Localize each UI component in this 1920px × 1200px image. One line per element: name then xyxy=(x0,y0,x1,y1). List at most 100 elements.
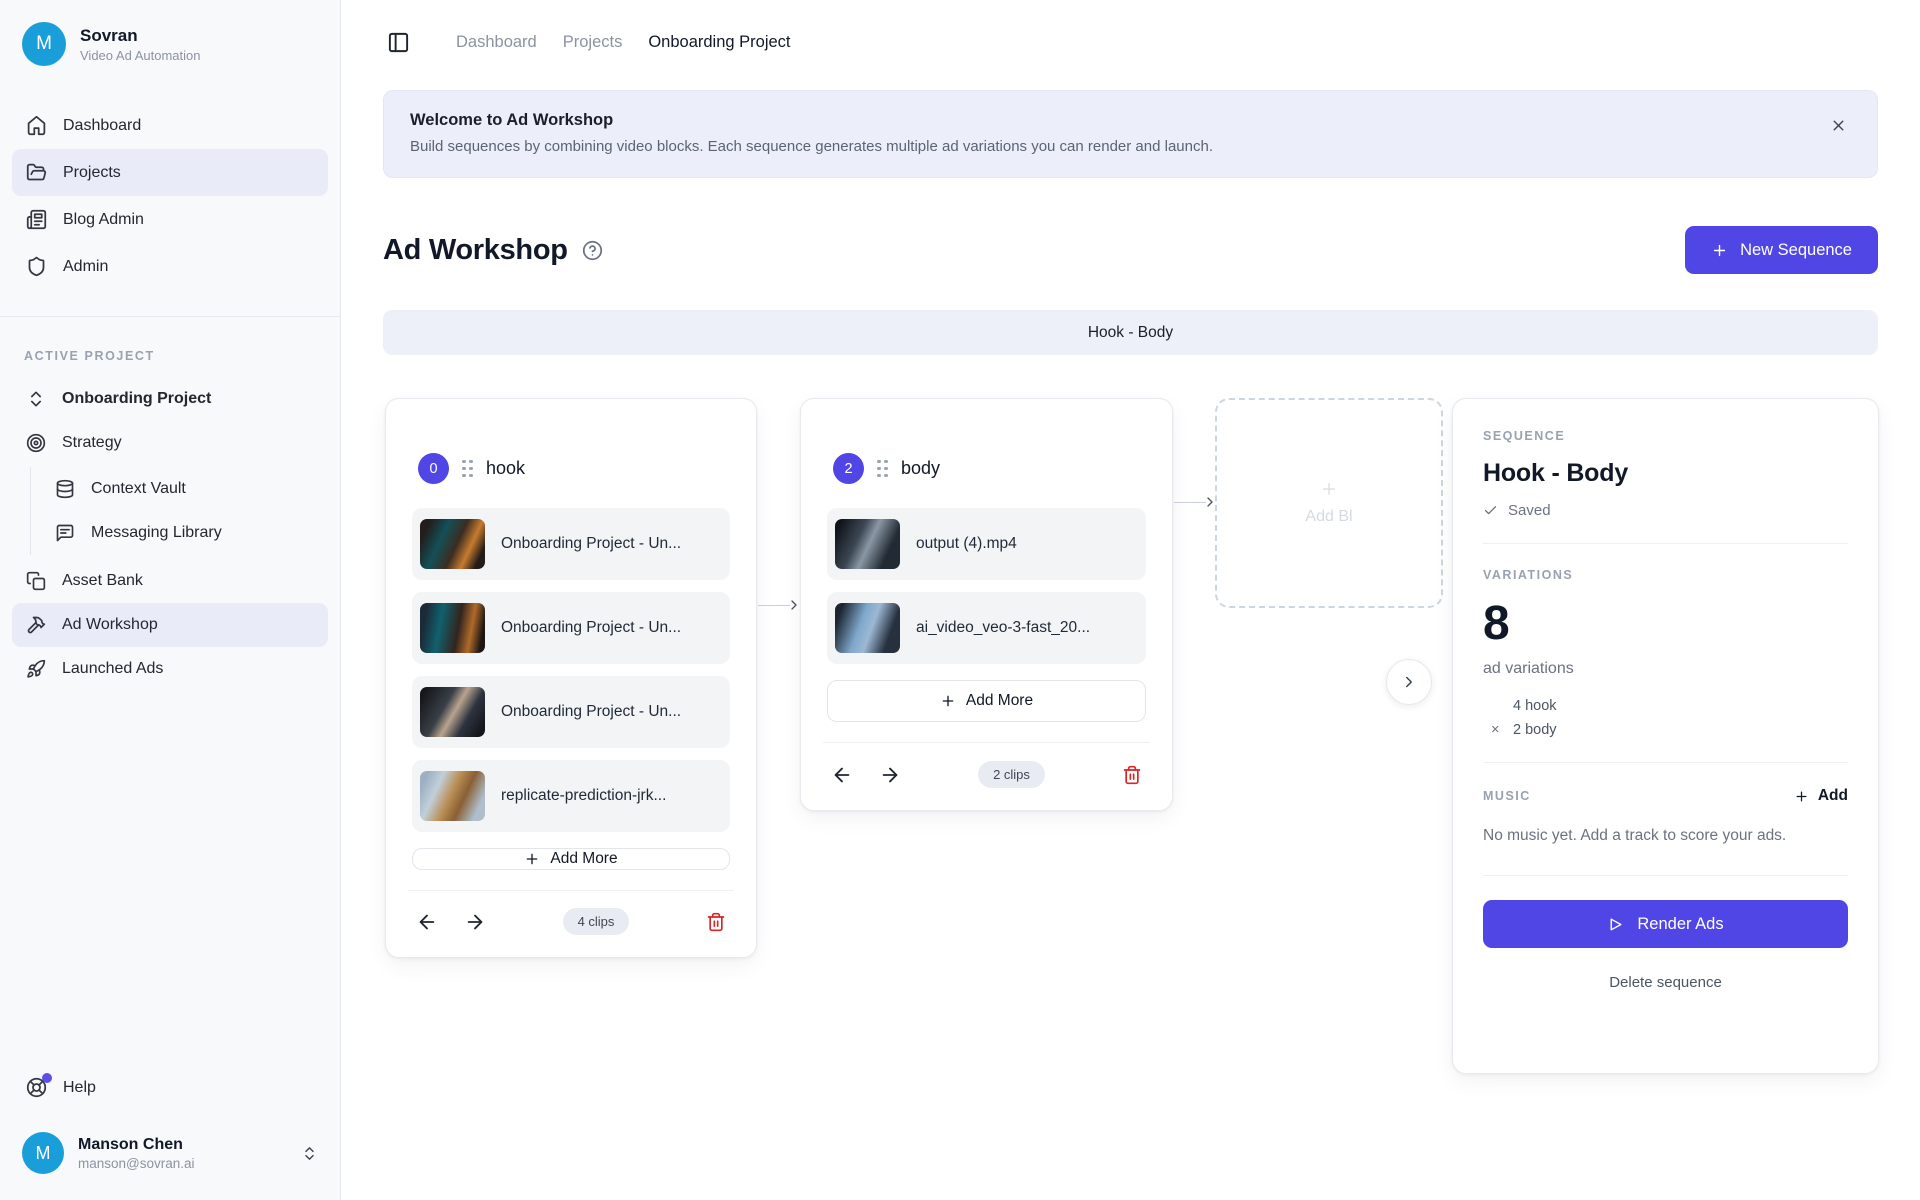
clip-label: output (4).mp4 xyxy=(916,535,1017,553)
active-project-heading: ACTIVE PROJECT xyxy=(0,317,340,377)
sidebar-item-messaging-library[interactable]: Messaging Library xyxy=(41,511,328,555)
sidebar-item-blog-admin[interactable]: Blog Admin xyxy=(12,196,328,243)
new-sequence-button[interactable]: New Sequence xyxy=(1685,226,1878,274)
add-music-button[interactable]: Add xyxy=(1794,787,1848,805)
arrow-left-icon[interactable] xyxy=(416,911,438,933)
banner-description: Build sequences by combining video block… xyxy=(410,138,1851,155)
block-footer: 2 clips xyxy=(827,761,1146,788)
project-switcher[interactable]: Onboarding Project xyxy=(12,377,328,421)
sidebar-toggle-icon[interactable] xyxy=(387,31,410,54)
add-more-label: Add More xyxy=(550,850,617,868)
render-ads-label: Render Ads xyxy=(1637,915,1723,934)
rocket-icon xyxy=(26,659,46,679)
trash-icon[interactable] xyxy=(706,912,726,932)
sequence-section-label: SEQUENCE xyxy=(1483,429,1848,443)
add-more-button[interactable]: Add More xyxy=(412,848,730,870)
divider xyxy=(1483,762,1848,763)
tab-hook-body[interactable]: Hook - Body xyxy=(1088,324,1173,342)
add-block-label: Add Bl xyxy=(1305,508,1352,526)
music-empty-text: No music yet. Add a track to score your … xyxy=(1483,827,1848,845)
newspaper-icon xyxy=(26,209,47,230)
clip-row[interactable]: Onboarding Project - Un... xyxy=(412,592,730,664)
sidebar-item-launched-ads[interactable]: Launched Ads xyxy=(12,647,328,691)
block-header: 2 body xyxy=(833,453,1140,484)
play-icon xyxy=(1607,916,1624,933)
sidebar-item-projects[interactable]: Projects xyxy=(12,149,328,196)
help-circle-icon[interactable] xyxy=(582,240,603,261)
add-more-button[interactable]: Add More xyxy=(827,680,1146,722)
user-menu[interactable]: M Manson Chen manson@sovran.ai xyxy=(12,1124,328,1182)
breadcrumb: Dashboard Projects Onboarding Project xyxy=(456,33,791,52)
sidebar-item-label: Projects xyxy=(63,164,121,182)
page-title: Ad Workshop xyxy=(383,234,568,267)
render-ads-button[interactable]: Render Ads xyxy=(1483,900,1848,948)
sidebar-item-label: Dashboard xyxy=(63,117,141,135)
help-button[interactable]: Help xyxy=(0,1067,340,1108)
message-square-icon xyxy=(55,523,75,543)
clip-list: output (4).mp4 ai_video_veo-3-fast_20... xyxy=(827,508,1146,664)
block-card-body: 2 body output (4).mp4 ai_video_veo-3-fas… xyxy=(800,398,1173,811)
brand-tagline: Video Ad Automation xyxy=(80,48,200,63)
project-name: Onboarding Project xyxy=(62,390,211,408)
sequence-panel: SEQUENCE Hook - Body Saved VARIATIONS 8 … xyxy=(1452,398,1879,1074)
shield-icon xyxy=(26,256,47,277)
sidebar-item-label: Ad Workshop xyxy=(62,616,158,634)
block-connector xyxy=(758,597,802,613)
brand: M Sovran Video Ad Automation xyxy=(0,22,340,66)
clip-label: ai_video_veo-3-fast_20... xyxy=(916,619,1090,637)
clip-row[interactable]: output (4).mp4 xyxy=(827,508,1146,580)
clip-row[interactable]: Onboarding Project - Un... xyxy=(412,676,730,748)
copy-icon xyxy=(26,571,46,591)
close-icon[interactable] xyxy=(1830,117,1847,134)
sidebar-item-strategy[interactable]: Strategy xyxy=(12,421,328,465)
sidebar-item-admin[interactable]: Admin xyxy=(12,243,328,290)
chevrons-up-down-icon xyxy=(301,1145,318,1162)
trash-icon[interactable] xyxy=(1122,765,1142,785)
page-header: Ad Workshop New Sequence xyxy=(383,226,1878,274)
sidebar-item-label: Asset Bank xyxy=(62,572,143,590)
divider xyxy=(823,742,1150,743)
breakdown-row: × 2 body xyxy=(1483,722,1848,738)
clip-thumbnail xyxy=(420,603,485,653)
sidebar-item-dashboard[interactable]: Dashboard xyxy=(12,102,328,149)
variations-breakdown: 4 hook × 2 body xyxy=(1483,698,1848,738)
clip-list: Onboarding Project - Un... Onboarding Pr… xyxy=(412,508,730,832)
add-music-label: Add xyxy=(1818,787,1848,805)
block-index-badge: 2 xyxy=(833,453,864,484)
folder-open-icon xyxy=(26,162,47,183)
arrow-right-icon[interactable] xyxy=(464,911,486,933)
arrow-left-icon[interactable] xyxy=(831,764,853,786)
sidebar-item-label: Strategy xyxy=(62,434,122,452)
clip-row[interactable]: Onboarding Project - Un... xyxy=(412,508,730,580)
sidebar-item-ad-workshop[interactable]: Ad Workshop xyxy=(12,603,328,647)
block-connector xyxy=(1174,494,1218,510)
drag-handle-icon[interactable] xyxy=(462,460,473,478)
clip-row[interactable]: ai_video_veo-3-fast_20... xyxy=(827,592,1146,664)
clip-count-badge: 2 clips xyxy=(978,761,1045,788)
add-block-placeholder[interactable]: Add Bl xyxy=(1215,398,1443,608)
variations-count: 8 xyxy=(1483,600,1848,648)
breadcrumb-projects[interactable]: Projects xyxy=(563,33,623,52)
banner-title: Welcome to Ad Workshop xyxy=(410,111,1851,130)
arrow-right-icon[interactable] xyxy=(879,764,901,786)
clip-thumbnail xyxy=(420,687,485,737)
sequence-name: Hook - Body xyxy=(1483,459,1848,488)
divider xyxy=(1483,875,1848,876)
brand-avatar: M xyxy=(22,22,66,66)
drag-handle-icon[interactable] xyxy=(877,460,888,478)
clip-label: Onboarding Project - Un... xyxy=(501,619,681,637)
home-icon xyxy=(26,115,47,136)
user-name: Manson Chen xyxy=(78,1136,195,1154)
app: M Sovran Video Ad Automation Dashboard P… xyxy=(0,0,1920,1200)
sidebar-item-context-vault[interactable]: Context Vault xyxy=(41,467,328,511)
delete-sequence-link[interactable]: Delete sequence xyxy=(1483,974,1848,991)
sidebar-item-asset-bank[interactable]: Asset Bank xyxy=(12,559,328,603)
breakdown-value: 4 hook xyxy=(1513,698,1848,714)
block-card-hook: 0 hook Onboarding Project - Un... Onboar… xyxy=(385,398,757,958)
scroll-next-button[interactable] xyxy=(1386,659,1432,705)
breadcrumb-dashboard[interactable]: Dashboard xyxy=(456,33,537,52)
clip-thumbnail xyxy=(420,771,485,821)
help-label: Help xyxy=(63,1079,96,1097)
variations-caption: ad variations xyxy=(1483,660,1848,678)
clip-row[interactable]: replicate-prediction-jrk... xyxy=(412,760,730,832)
